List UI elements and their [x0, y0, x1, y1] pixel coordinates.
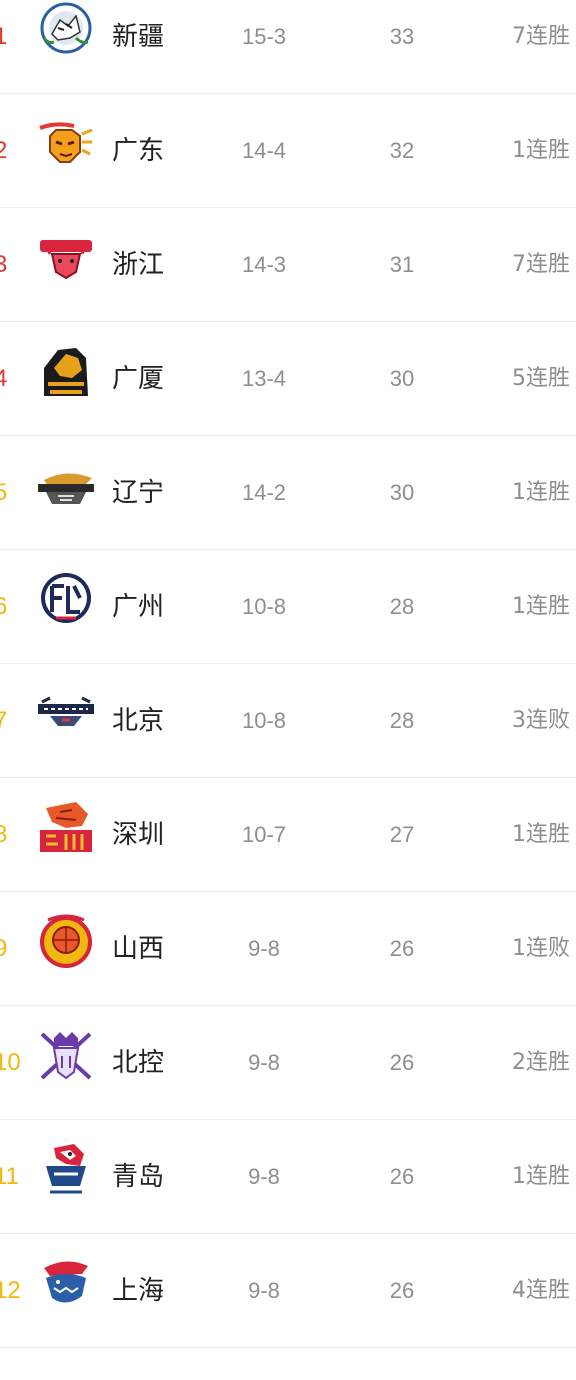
streak-status: 7连胜: [512, 252, 570, 277]
table-row[interactable]: 4 广厦 13-4 30 5连胜: [0, 322, 576, 436]
points-value: 33: [389, 24, 415, 49]
streak-status: 1连胜: [512, 822, 570, 847]
guangdong-tigers-logo-icon: [39, 122, 93, 163]
team-name: 新疆: [112, 22, 165, 52]
team-name: 上海: [112, 1276, 165, 1306]
team-name: 辽宁: [112, 478, 165, 508]
team-name: 北京: [112, 706, 165, 736]
streak-status: 2连胜: [512, 1050, 570, 1075]
streak-status: 1连胜: [512, 138, 570, 163]
table-row[interactable]: 12 上海 9-8 26 4连胜: [0, 1234, 576, 1348]
win-loss-record: 14-3: [241, 252, 287, 277]
table-row[interactable]: 9 山西 9-8 26 1连败: [0, 892, 576, 1006]
team-name: 广厦: [112, 364, 165, 394]
beijing-ducks-logo-icon: [38, 696, 94, 726]
rank-number: 10: [0, 1049, 21, 1076]
team-name: 浙江: [112, 250, 165, 280]
streak-status: 1连败: [512, 936, 570, 961]
shanghai-sharks-logo-icon: [44, 1261, 88, 1303]
rank-number: 7: [0, 707, 8, 734]
table-row[interactable]: 3 浙江 14-3 31 7连胜: [0, 208, 576, 322]
table-row[interactable]: 6 广州 10-8 28 1连胜: [0, 550, 576, 664]
team-name: 青岛: [112, 1162, 165, 1192]
qingdao-eagles-logo-icon: [46, 1144, 86, 1194]
zhejiang-golden-bulls-logo-icon: [40, 240, 92, 280]
guangsha-lions-logo-icon: [44, 348, 88, 396]
table-row[interactable]: 11 青岛 9-8 26 1连胜: [0, 1120, 576, 1234]
table-row[interactable]: 2 广东 14-4 32 1连胜: [0, 94, 576, 208]
points-value: 26: [389, 1050, 415, 1075]
streak-status: 1连胜: [512, 480, 570, 505]
xinjiang-tigers-logo-icon: [40, 2, 92, 54]
streak-status: 5连胜: [512, 366, 570, 391]
beijing-royal-fighters-logo-icon: [40, 1032, 92, 1080]
team-name: 广东: [112, 136, 165, 166]
liaoning-leopards-logo-icon: [38, 473, 94, 504]
rank-number: 3: [0, 251, 8, 278]
points-value: 31: [389, 252, 415, 277]
table-row[interactable]: 1 新疆 15-3 33 7连胜: [0, 0, 576, 94]
win-loss-record: 13-4: [241, 366, 287, 391]
rank-number: 8: [0, 821, 8, 848]
team-name: 北控: [112, 1048, 165, 1078]
points-value: 26: [389, 1278, 415, 1303]
shenzhen-leopards-logo-icon: [40, 802, 92, 852]
points-value: 30: [389, 480, 415, 505]
points-value: 32: [389, 138, 415, 163]
streak-status: 3连败: [512, 708, 570, 733]
rank-number: 4: [0, 365, 8, 392]
points-value: 26: [389, 1164, 415, 1189]
points-value: 28: [389, 708, 415, 733]
points-value: 26: [389, 936, 415, 961]
shanxi-loongs-logo-icon: [40, 914, 92, 968]
win-loss-record: 10-8: [241, 708, 287, 733]
standings-table: 1 新疆 15-3 33 7连胜 2 广东 14-4 32 1连胜 3 浙江 1…: [0, 0, 576, 1380]
win-loss-record: 15-3: [241, 24, 287, 49]
win-loss-record: 10-8: [241, 594, 287, 619]
points-value: 28: [389, 594, 415, 619]
rank-number: 6: [0, 593, 8, 620]
win-loss-record: 14-2: [241, 480, 287, 505]
win-loss-record: 9-8: [248, 1050, 280, 1075]
rank-number: 9: [0, 935, 8, 962]
rank-number: 2: [0, 137, 8, 164]
streak-status: 4连胜: [512, 1278, 570, 1303]
table-row[interactable]: 8 深圳 10-7 27 1连胜: [0, 778, 576, 892]
rank-number: 12: [0, 1277, 21, 1304]
win-loss-record: 9-8: [248, 1278, 280, 1303]
table-row[interactable]: 5 辽宁 14-2 30 1连胜: [0, 436, 576, 550]
rank-number: 5: [0, 479, 8, 506]
points-value: 30: [389, 366, 415, 391]
table-row[interactable]: 10 北控 9-8 26 2连胜: [0, 1006, 576, 1120]
streak-status: 7连胜: [512, 24, 570, 49]
guangzhou-loong-lions-logo-icon: [41, 573, 91, 623]
win-loss-record: 10-7: [241, 822, 287, 847]
win-loss-record: 9-8: [248, 936, 280, 961]
win-loss-record: 14-4: [241, 138, 287, 163]
win-loss-record: 9-8: [248, 1164, 280, 1189]
streak-status: 1连胜: [512, 1164, 570, 1189]
team-name: 山西: [112, 934, 165, 964]
rank-number: 1: [0, 23, 8, 50]
team-name: 广州: [112, 592, 165, 622]
streak-status: 1连胜: [512, 594, 570, 619]
rank-number: 11: [0, 1163, 19, 1190]
team-name: 深圳: [112, 820, 165, 850]
points-value: 27: [389, 822, 415, 847]
table-row[interactable]: 7 北京 10-8 28 3连败: [0, 664, 576, 778]
